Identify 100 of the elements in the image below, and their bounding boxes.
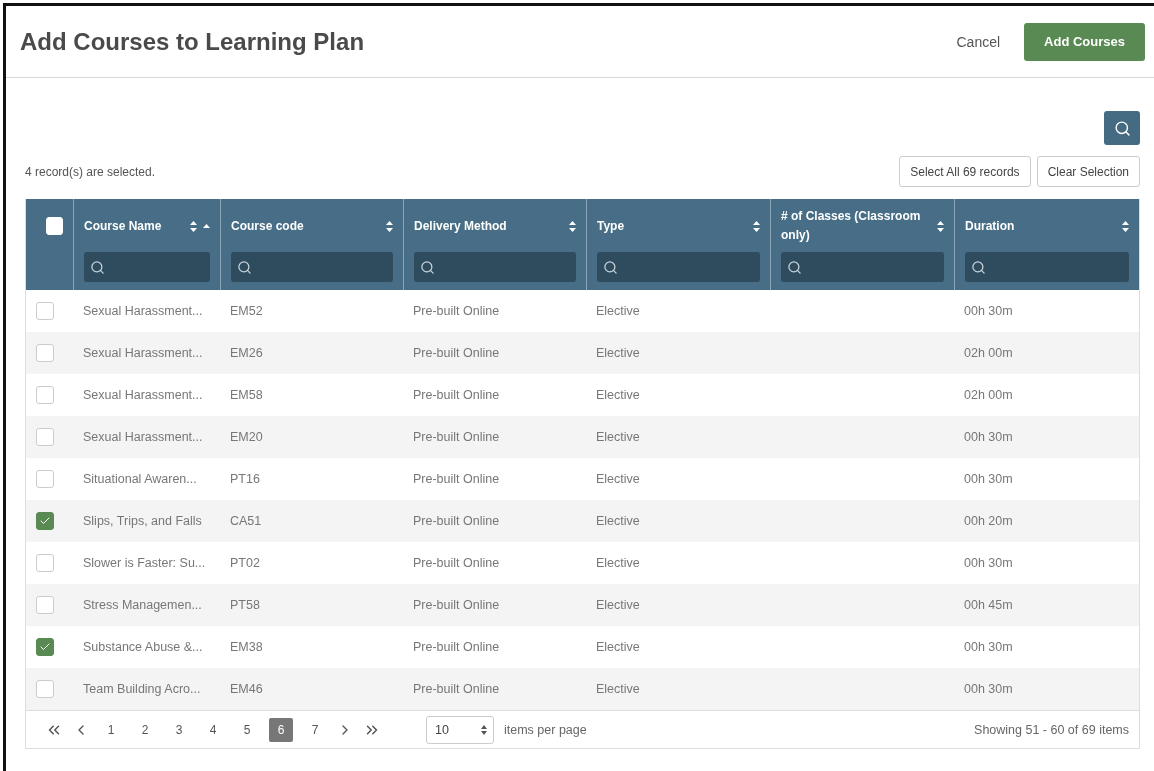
check-icon <box>39 515 51 527</box>
filter-field[interactable] <box>965 252 1129 282</box>
table-cell-text: Slips, Trips, and Falls <box>82 514 203 528</box>
page-button[interactable]: 6 <box>269 717 293 742</box>
table-cell-text: Sexual Harassment... <box>82 430 204 444</box>
table-cell-text: 00h 30m <box>963 304 1014 318</box>
table-cell-text: EM20 <box>229 430 264 444</box>
table-cell-text: Sexual Harassment... <box>82 346 204 360</box>
page-button[interactable]: 1 <box>99 717 123 742</box>
page-button[interactable]: 2 <box>133 717 157 742</box>
page-title: Add Courses to Learning Plan <box>20 27 366 56</box>
table-cell-text: EM52 <box>229 304 264 318</box>
sort-icon[interactable] <box>569 220 576 232</box>
table-cell-text: CA51 <box>229 514 263 528</box>
select-all-button[interactable]: Select All 69 records <box>899 156 1031 187</box>
page-button[interactable]: 5 <box>235 717 259 742</box>
table-cell-text: Pre-built Online <box>412 472 501 486</box>
page-button[interactable]: 3 <box>167 717 191 742</box>
table-cell-text: Substance Abuse &... <box>82 640 204 654</box>
table-cell-text: PT16 <box>229 472 261 486</box>
table-cell-text: Elective <box>595 304 641 318</box>
table-cell-text: Pre-built Online <box>412 556 501 570</box>
pagination-summary: Showing 51 - 60 of 69 items <box>974 722 1129 737</box>
search-icon <box>90 259 105 275</box>
table-cell-text: 00h 30m <box>963 640 1014 654</box>
column-header: Course code <box>231 217 305 235</box>
selection-summary: 4 record(s) are selected. <box>25 164 157 179</box>
sort-icon[interactable] <box>753 220 760 232</box>
table-cell-text: Elective <box>595 556 641 570</box>
table-cell-text: Pre-built Online <box>412 304 501 318</box>
table-cell-text: 00h 20m <box>963 514 1014 528</box>
row-checkbox[interactable] <box>36 386 54 404</box>
check-icon <box>39 641 51 653</box>
table-cell-text: 00h 30m <box>963 430 1014 444</box>
search-icon <box>420 259 435 275</box>
table-cell-text: Pre-built Online <box>412 430 501 444</box>
filter-field[interactable] <box>414 252 576 282</box>
table-cell-text: Pre-built Online <box>412 598 501 612</box>
search-button[interactable] <box>1104 111 1140 145</box>
page-size-select[interactable]: 10 <box>426 715 494 744</box>
table-cell-text: Elective <box>595 430 641 444</box>
table-cell-text: Pre-built Online <box>412 640 501 654</box>
updown-icon <box>481 724 487 735</box>
table-cell-text: EM58 <box>229 388 264 402</box>
row-checkbox[interactable] <box>36 470 54 488</box>
filter-field[interactable] <box>231 252 393 282</box>
table-cell-text: Pre-built Online <box>412 682 501 696</box>
search-icon <box>787 259 802 275</box>
table-cell-text: Elective <box>595 346 641 360</box>
table-cell-text: 00h 30m <box>963 556 1014 570</box>
sort-icon[interactable] <box>937 220 944 232</box>
page-button[interactable]: 7 <box>303 717 327 742</box>
table-cell-text: Pre-built Online <box>412 388 501 402</box>
table-cell-text: 02h 00m <box>963 388 1014 402</box>
column-header: Delivery Method <box>414 217 508 235</box>
table-cell-text: Elective <box>595 598 641 612</box>
table-cell-text: 00h 45m <box>963 598 1014 612</box>
table-cell-text: Sexual Harassment... <box>82 304 204 318</box>
table-cell-text: Elective <box>595 640 641 654</box>
table-cell-text: Elective <box>595 682 641 696</box>
filter-field[interactable] <box>597 252 760 282</box>
table-cell-text: 02h 00m <box>963 346 1014 360</box>
row-checkbox[interactable] <box>36 344 54 362</box>
search-icon <box>1113 119 1131 137</box>
select-all-checkbox[interactable] <box>46 217 63 235</box>
row-checkbox[interactable] <box>36 512 54 530</box>
row-checkbox[interactable] <box>36 638 54 656</box>
row-checkbox[interactable] <box>36 596 54 614</box>
table-cell-text: EM26 <box>229 346 264 360</box>
sort-icon[interactable] <box>386 220 393 232</box>
page-size-label: items per page <box>504 722 587 737</box>
filter-field[interactable] <box>781 252 944 282</box>
column-header: Course Name <box>84 217 163 235</box>
table-cell-text: Pre-built Online <box>412 514 501 528</box>
column-header: Type <box>597 217 626 235</box>
sort-icon[interactable] <box>1122 220 1129 232</box>
column-header: # of Classes (Classroom only) <box>781 208 922 244</box>
sort-icon[interactable] <box>190 220 197 232</box>
table-cell-text: PT02 <box>229 556 261 570</box>
table-cell-text: Elective <box>595 472 641 486</box>
table-cell-text: Slower is Faster: Su... <box>82 556 207 570</box>
clear-selection-button[interactable]: Clear Selection <box>1036 156 1140 187</box>
cancel-button[interactable]: Cancel <box>944 25 1013 58</box>
page-button[interactable]: 4 <box>201 717 225 742</box>
table-cell-text: 00h 30m <box>963 472 1014 486</box>
search-icon <box>971 259 986 275</box>
table-cell-text: EM46 <box>229 682 264 696</box>
table-cell-text: Situational Awaren... <box>82 472 198 486</box>
table-cell-text: PT58 <box>229 598 261 612</box>
row-checkbox[interactable] <box>36 554 54 572</box>
filter-field[interactable] <box>84 252 210 282</box>
search-icon <box>603 259 618 275</box>
row-checkbox[interactable] <box>36 680 54 698</box>
add-courses-button[interactable]: Add Courses <box>1024 22 1145 61</box>
table-cell-text: Pre-built Online <box>412 346 501 360</box>
table-cell-text: Stress Managemen... <box>82 598 203 612</box>
row-checkbox[interactable] <box>36 428 54 446</box>
row-checkbox[interactable] <box>36 302 54 320</box>
table-cell-text: Elective <box>595 388 641 402</box>
table-cell-text: 00h 30m <box>963 682 1014 696</box>
